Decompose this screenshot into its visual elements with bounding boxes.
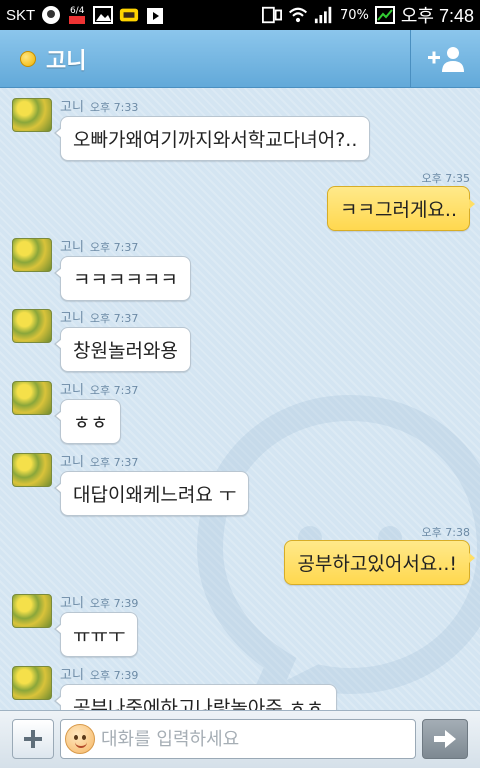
battery-label: 70% [339, 7, 369, 23]
message-time: 오후 7:37 [89, 456, 139, 469]
gallery-icon [93, 5, 114, 25]
message-bubble[interactable]: ㅋㅋ그러게요.. [327, 186, 475, 231]
message-time: 오후 7:37 [89, 384, 139, 397]
clock: 오후 7:48 [400, 6, 474, 26]
sender-name: 고니 [60, 311, 84, 326]
sender-line: 고니 오후 7:37 [60, 236, 138, 255]
sender-line: 고니 오후 7:39 [60, 664, 138, 683]
message-bubble[interactable]: 오빠가왜여기까지와서학교다녀어?.. [53, 116, 371, 161]
status-left: SKT 6/4 [6, 5, 165, 25]
add-friend-button[interactable] [410, 30, 480, 88]
message-bubble[interactable]: ㅋㅋㅋㅋㅋㅋ [54, 256, 191, 301]
avatar[interactable] [12, 238, 52, 272]
sender-line: 고니 오후 7:39 [60, 592, 138, 611]
avatar[interactable] [12, 381, 52, 415]
message-bubble[interactable]: ㅠㅠㅜ [53, 612, 139, 657]
message-time: 오후 7:33 [89, 101, 139, 114]
notification-avatar-icon [41, 5, 61, 25]
notification-badge-label: 6/4 [69, 5, 85, 16]
play-store-icon [145, 5, 165, 25]
message-bubble[interactable]: 공부하고있어서요..! [284, 540, 475, 585]
wifi-icon [288, 5, 308, 25]
message-bubble[interactable]: ㅎㅎ [54, 399, 121, 444]
avatar[interactable] [12, 309, 52, 343]
sender-line: 고니 오후 7:37 [60, 451, 138, 470]
battery-icon [374, 5, 395, 25]
signal-icon [314, 5, 334, 25]
sender-name: 고니 [60, 100, 84, 115]
message-time: 오후 7:39 [89, 597, 139, 610]
sender-name: 고니 [60, 596, 84, 611]
message-time: 오후 7:37 [89, 312, 139, 325]
status-dot-icon [20, 50, 36, 67]
emoticon-button[interactable] [65, 724, 95, 754]
sender-line: 고니 오후 7:37 [60, 379, 138, 398]
message-input[interactable] [101, 720, 411, 758]
carrier-label: SKT [6, 6, 36, 24]
message-time: 오후 7:37 [89, 241, 139, 254]
kakaotalk-icon [119, 5, 139, 25]
message-bubble[interactable]: 대답이왜케느려요 ㅜ [53, 471, 250, 516]
message-bubble[interactable]: 창원놀러와용 [54, 327, 191, 372]
add-person-icon [427, 47, 464, 72]
message-time: 오후 7:39 [89, 669, 139, 682]
calendar-notification-icon: 6/4 [67, 5, 87, 25]
sender-name: 고니 [60, 240, 84, 255]
arrow-right-icon [434, 730, 456, 748]
sender-line: 고니 오후 7:37 [60, 307, 138, 326]
chat-area[interactable]: 고니 오후 7:33 오빠가왜여기까지와서학교다녀어?.. 오후 7:35 ㅋㅋ그… [0, 88, 480, 710]
avatar[interactable] [12, 666, 52, 700]
sender-name: 고니 [60, 668, 84, 683]
message-time: 오후 7:35 [421, 172, 470, 185]
screen-mirroring-icon [261, 5, 282, 25]
message-input-box [60, 719, 416, 759]
message-bubble[interactable]: 공부나중에하고나랑놀아주 ㅎㅎ [54, 684, 337, 710]
avatar[interactable] [12, 594, 52, 628]
chat-header: 고니 [0, 30, 480, 88]
status-bar: SKT 6/4 70% 오후 7:48 [0, 0, 480, 30]
attach-button[interactable] [12, 719, 54, 759]
status-right: 70% 오후 7:48 [261, 2, 474, 28]
sender-name: 고니 [60, 383, 84, 398]
sender-name: 고니 [60, 455, 84, 470]
chat-title: 고니 [46, 48, 87, 74]
message-time: 오후 7:38 [421, 526, 470, 539]
sender-line: 고니 오후 7:33 [60, 96, 138, 115]
plus-icon [24, 730, 42, 748]
avatar[interactable] [12, 98, 52, 132]
send-button[interactable] [422, 719, 468, 759]
avatar[interactable] [12, 453, 52, 487]
input-bar [0, 710, 480, 768]
